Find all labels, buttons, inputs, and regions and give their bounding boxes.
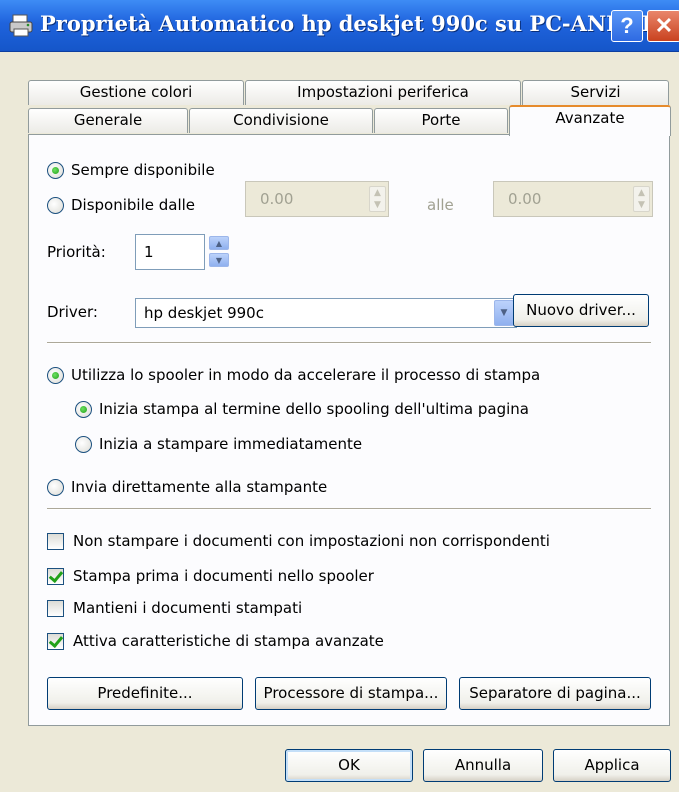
title-bar[interactable]: Proprietà Automatico hp deskjet 990c su … [0, 0, 679, 52]
tab-generale[interactable]: Generale [28, 108, 188, 133]
to-time-label: alle [427, 196, 454, 214]
tab-gestione-colori[interactable]: Gestione colori [28, 80, 244, 105]
driver-label: Driver: [47, 303, 98, 321]
tab-condivisione[interactable]: Condivisione [189, 108, 373, 133]
new-driver-button[interactable]: Nuovo driver... [513, 294, 649, 327]
use-spooler-radio[interactable] [47, 367, 64, 384]
spooled-first-label: Stampa prima i documenti nello spooler [73, 567, 374, 585]
keep-printed-checkbox[interactable] [47, 600, 64, 617]
hold-mismatched-label: Non stampare i documenti con impostazion… [73, 532, 550, 550]
from-time-field[interactable]: 0.00 ▲ ▼ [245, 181, 389, 217]
tab-servizi[interactable]: Servizi [522, 80, 669, 105]
separator [47, 342, 651, 344]
keep-printed-label: Mantieni i documenti stampati [73, 599, 303, 617]
driver-select-value: hp deskjet 990c [144, 304, 264, 322]
window-title: Proprietà Automatico hp deskjet 990c su … [40, 11, 675, 36]
spooled-first-checkbox[interactable] [47, 568, 64, 585]
print-direct-label: Invia direttamente alla stampante [71, 478, 328, 496]
print-processor-button[interactable]: Processore di stampa... [255, 677, 447, 710]
cancel-button[interactable]: Annulla [423, 749, 543, 782]
print-direct-radio[interactable] [47, 479, 64, 496]
start-immediately-label: Inizia a stampare immediatamente [99, 435, 363, 453]
close-icon: ✕ [654, 13, 674, 38]
priority-up-icon[interactable]: ▲ [209, 236, 229, 250]
tab-impostazioni-periferica[interactable]: Impostazioni periferica [245, 80, 521, 105]
separator-page-button[interactable]: Separatore di pagina... [459, 677, 651, 710]
printer-icon [9, 14, 33, 37]
separator [47, 508, 651, 510]
ok-button[interactable]: OK [285, 749, 413, 782]
advanced-features-checkbox[interactable] [47, 633, 64, 650]
start-after-last-page-label: Inizia stampa al termine dello spooling … [99, 400, 529, 418]
priority-label: Priorità: [47, 243, 106, 261]
tab-avanzate[interactable]: Avanzate [509, 105, 671, 136]
available-from-radio[interactable] [47, 197, 64, 214]
start-after-last-page-radio[interactable] [75, 401, 92, 418]
tab-porte[interactable]: Porte [374, 108, 508, 133]
advanced-features-label: Attiva caratteristiche di stampa avanzat… [73, 632, 384, 650]
from-time-spin-icon[interactable]: ▲ ▼ [369, 186, 386, 212]
start-immediately-radio[interactable] [75, 436, 92, 453]
chevron-down-icon[interactable]: ▼ [494, 300, 514, 326]
driver-select[interactable]: hp deskjet 990c [135, 298, 517, 328]
advanced-panel: Sempre disponibile Disponibile dalle 0.0… [28, 134, 670, 726]
available-from-label: Disponibile dalle [71, 196, 196, 214]
close-button[interactable]: ✕ [647, 10, 679, 42]
use-spooler-label: Utilizza lo spooler in modo da accelerar… [71, 366, 541, 384]
from-time-value: 0.00 [260, 190, 294, 208]
apply-button[interactable]: Applica [553, 749, 671, 782]
priority-down-icon[interactable]: ▼ [209, 253, 229, 267]
always-available-label: Sempre disponibile [71, 161, 215, 179]
hold-mismatched-checkbox[interactable] [47, 533, 64, 550]
to-time-field[interactable]: 0.00 ▲ ▼ [493, 181, 653, 217]
always-available-radio[interactable] [47, 162, 64, 179]
to-time-value: 0.00 [508, 190, 542, 208]
priority-input[interactable]: 1 [135, 234, 205, 270]
defaults-button[interactable]: Predefinite... [47, 677, 243, 710]
to-time-spin-icon[interactable]: ▲ ▼ [633, 186, 650, 212]
help-button[interactable]: ? [611, 10, 643, 42]
